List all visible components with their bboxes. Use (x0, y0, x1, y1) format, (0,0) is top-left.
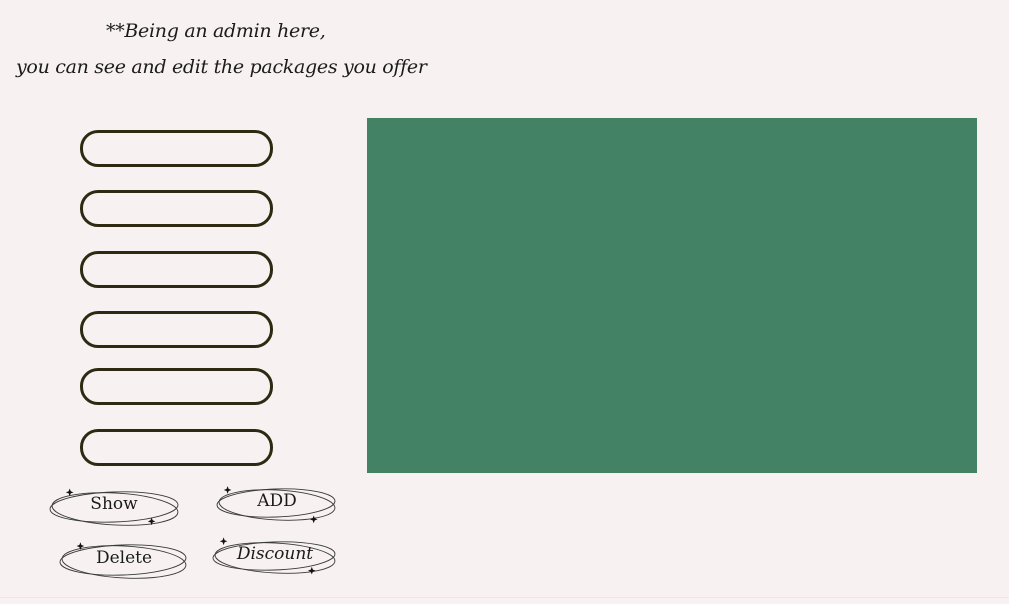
bottom-divider (0, 597, 1009, 598)
package-field-3[interactable] (80, 251, 273, 288)
package-field-5[interactable] (80, 368, 273, 405)
add-button[interactable]: ADD (215, 484, 339, 526)
packages-display-panel (367, 118, 977, 473)
package-field-1[interactable] (80, 130, 273, 167)
intro-line-2: you can see and edit the packages you of… (16, 56, 427, 78)
delete-button-label: Delete (95, 548, 153, 568)
discount-button-label: Discount (236, 544, 314, 564)
show-button-label: Show (90, 494, 138, 514)
discount-button[interactable]: Discount (211, 536, 339, 580)
package-field-2[interactable] (80, 190, 273, 227)
show-button[interactable]: Show (48, 486, 182, 530)
add-button-label: ADD (257, 491, 297, 511)
delete-button[interactable]: Delete (58, 538, 190, 582)
package-field-6[interactable] (80, 429, 273, 466)
package-field-4[interactable] (80, 311, 273, 348)
intro-line-1: **Being an admin here, (106, 20, 326, 42)
